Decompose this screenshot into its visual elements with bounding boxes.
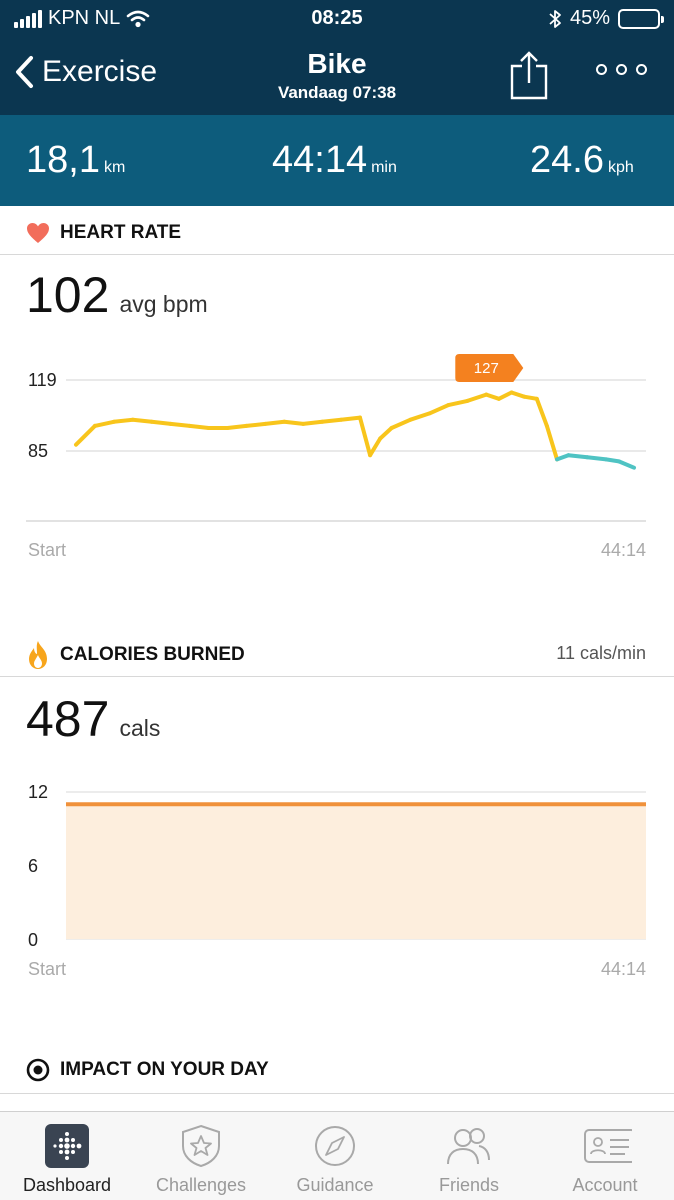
cal-x-end: 44:14 <box>600 959 646 979</box>
duration-value: 44:14 <box>272 139 368 181</box>
tab-dashboard-label: Dashboard <box>22 1175 112 1195</box>
hr-line-segment <box>263 419 287 426</box>
hr-line-segment <box>446 398 470 408</box>
calories-header: CALORIES BURNED <box>26 640 245 670</box>
heart-rate-chart: 127 <box>26 354 646 522</box>
hr-line-segment <box>389 417 413 430</box>
tab-guidance-label: Guidance <box>296 1175 374 1195</box>
exercise-summary: 18,1 km 44:14 min 24.6 kph <box>0 115 674 206</box>
hr-line-segment <box>427 403 451 416</box>
heart-rate-avg-unit: avg bpm <box>119 291 208 317</box>
dashboard-icon <box>45 1124 89 1168</box>
hr-line-segment <box>465 392 489 403</box>
distance-unit: km <box>103 159 126 176</box>
hr-line-segment <box>496 390 514 401</box>
hr-line-segment <box>616 459 636 470</box>
hr-line-segment <box>339 415 362 422</box>
heart-rate-header: HEART RATE <box>26 222 181 244</box>
page-title: Bike <box>307 48 367 79</box>
calories-total: 487 cals <box>26 690 160 748</box>
cal-x-start: Start <box>28 959 67 979</box>
hr-line-segment <box>544 423 559 462</box>
hr-line-segment <box>368 436 383 458</box>
calories-total-unit: cals <box>119 715 161 741</box>
hr-series <box>74 390 636 470</box>
hr-x-end: 44:14 <box>600 540 646 560</box>
top-bar: KPN NL 08:25 45% Exercise Bike Vandaag 0… <box>0 0 674 115</box>
share-button[interactable] <box>508 50 550 102</box>
status-right: 45% <box>548 7 664 30</box>
divider <box>0 676 674 677</box>
hr-line-segment <box>130 417 154 424</box>
hr-line-segment <box>74 423 97 447</box>
calories-chart <box>66 791 646 940</box>
hr-line-segment <box>187 423 211 430</box>
more-options-button[interactable] <box>596 64 647 75</box>
peak-badge: 127 <box>455 354 524 382</box>
target-icon <box>26 1058 50 1082</box>
speed-unit: kph <box>607 159 634 176</box>
hr-line-segment <box>149 419 173 426</box>
calories-series <box>66 802 646 940</box>
calories-area-fill <box>66 804 646 940</box>
hr-x-start: Start <box>28 540 67 560</box>
hr-line-segment <box>92 419 116 428</box>
hr-line-segment <box>509 390 527 399</box>
hr-line-segment <box>244 421 268 428</box>
id-card-icon <box>584 1129 632 1163</box>
tab-account[interactable]: Account <box>538 1112 672 1200</box>
calories-total-value: 487 <box>26 691 110 747</box>
tab-friends[interactable]: Friends <box>402 1112 536 1200</box>
battery-icon <box>618 8 664 29</box>
hr-line-segment <box>282 419 306 426</box>
heart-icon <box>27 223 49 243</box>
hr-line-segment <box>225 423 249 430</box>
hr-line-segment <box>358 415 373 458</box>
peak-badge-label: 127 <box>474 360 499 377</box>
tab-dashboard[interactable]: Dashboard <box>0 1112 134 1200</box>
speed-stat: 24.6 kph <box>530 139 634 182</box>
hr-line-segment <box>408 411 432 422</box>
nav-title-block: Bike Vandaag 07:38 <box>0 48 674 103</box>
distance-stat: 18,1 km <box>26 139 125 182</box>
heart-rate-average: 102 avg bpm <box>26 266 208 324</box>
hr-line-segment <box>320 417 344 424</box>
impact-header: IMPACT ON YOUR DAY <box>26 1058 269 1082</box>
tab-bar: Dashboard Challenges Guidance Friends Ac… <box>0 1111 674 1200</box>
divider <box>0 254 674 255</box>
hr-line-segment <box>111 417 135 424</box>
bluetooth-icon <box>549 9 561 28</box>
compass-icon <box>315 1126 355 1166</box>
hr-line-segment <box>585 455 609 462</box>
distance-value: 18,1 <box>26 139 100 181</box>
page-subtitle: Vandaag 07:38 <box>277 83 397 102</box>
heart-rate-title: HEART RATE <box>60 222 182 243</box>
flame-icon <box>29 641 47 669</box>
battery-percent: 45% <box>569 7 610 29</box>
impact-title: IMPACT ON YOUR DAY <box>60 1059 269 1080</box>
friends-icon <box>447 1128 490 1165</box>
tab-challenges-label: Challenges <box>155 1175 247 1195</box>
hr-line-segment <box>301 419 325 426</box>
heart-rate-avg-value: 102 <box>26 267 110 323</box>
calories-title: CALORIES BURNED <box>60 644 245 665</box>
divider <box>0 1093 674 1094</box>
status-bar: KPN NL 08:25 45% <box>0 0 674 38</box>
star-badge-icon <box>182 1124 220 1168</box>
tab-friends-label: Friends <box>438 1175 500 1195</box>
duration-unit: min <box>371 159 397 176</box>
speed-value: 24.6 <box>530 139 604 181</box>
hr-line-segment <box>534 396 549 428</box>
tab-guidance[interactable]: Guidance <box>268 1112 402 1200</box>
tab-account-label: Account <box>572 1175 638 1195</box>
hr-line-segment <box>378 426 394 441</box>
hr-line-segment <box>168 421 192 428</box>
duration-stat: 44:14 min <box>272 139 397 182</box>
tab-challenges[interactable]: Challenges <box>134 1112 268 1200</box>
calories-rate: 11 cals/min <box>556 643 646 663</box>
hr-line-segment <box>566 453 590 460</box>
